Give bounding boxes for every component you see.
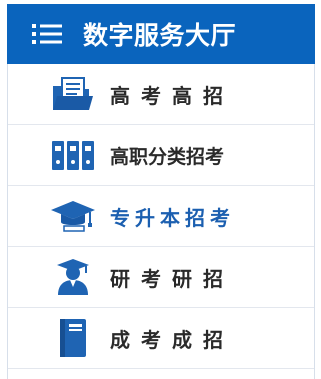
service-menu: 高考高招 高职分类招考 专升本招考 研考研招 成考成招	[7, 64, 315, 369]
graduate-student-icon	[50, 257, 96, 297]
book-icon	[50, 318, 96, 358]
menu-item-zhuanshengben[interactable]: 专升本招考	[8, 186, 314, 247]
menu-item-label: 专升本招考	[110, 205, 235, 230]
graduation-cap-icon	[50, 196, 96, 236]
service-hall-panel: 数字服务大厅 高考高招 高职分类招考 专升本招考 研考研招 成考成招	[0, 0, 321, 379]
menu-item-label: 成考成招	[110, 327, 234, 352]
menu-item-label: 研考研招	[110, 266, 234, 291]
menu-item-gaozhi[interactable]: 高职分类招考	[8, 125, 314, 186]
folder-document-icon	[50, 74, 96, 114]
page-title: 数字服务大厅	[83, 21, 237, 50]
menu-item-label: 高职分类招考	[110, 145, 225, 168]
menu-item-chengkao[interactable]: 成考成招	[8, 308, 314, 369]
menu-item-gaokao[interactable]: 高考高招	[8, 64, 314, 125]
hamburger-menu-icon[interactable]	[31, 22, 63, 46]
panel-bottom-edge	[7, 369, 315, 379]
binders-icon	[50, 135, 96, 175]
menu-item-label: 高考高招	[110, 83, 234, 108]
header-bar: 数字服务大厅	[7, 4, 315, 64]
menu-item-yankao[interactable]: 研考研招	[8, 247, 314, 308]
